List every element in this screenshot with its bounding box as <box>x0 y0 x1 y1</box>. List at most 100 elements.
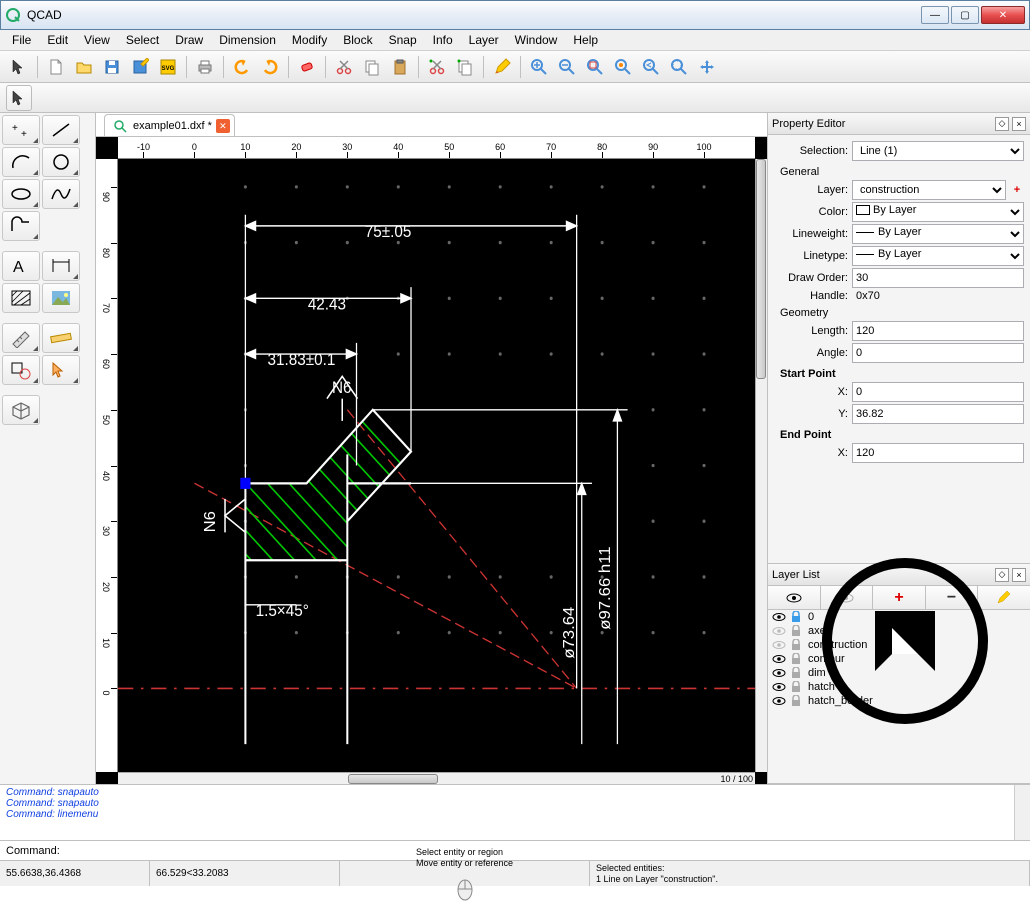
line-tool[interactable] <box>42 115 80 145</box>
menu-block[interactable]: Block <box>335 31 380 49</box>
menu-layer[interactable]: Layer <box>461 31 507 49</box>
lineweight-dropdown[interactable] <box>852 224 1024 244</box>
block-tool[interactable] <box>2 355 40 385</box>
startpoint-y[interactable] <box>852 404 1024 424</box>
menu-snap[interactable]: Snap <box>381 31 425 49</box>
layer-panel-close-icon[interactable]: × <box>1012 568 1026 582</box>
layer-item[interactable]: axes <box>768 624 1030 638</box>
endpoint-x[interactable] <box>852 443 1024 463</box>
zoom-previous-icon[interactable] <box>638 54 664 80</box>
ruler-tool[interactable] <box>42 323 80 353</box>
menu-info[interactable]: Info <box>425 31 461 49</box>
status-rel-coords: 66.529<33.2083 <box>150 861 340 886</box>
zoom-out-icon[interactable] <box>554 54 580 80</box>
menu-modify[interactable]: Modify <box>284 31 335 49</box>
tab-doc-icon <box>113 119 127 133</box>
redo-icon[interactable] <box>257 54 283 80</box>
layer-hide-all-icon[interactable] <box>821 586 874 609</box>
startpoint-x[interactable] <box>852 382 1024 402</box>
circle-tool[interactable] <box>42 147 80 177</box>
menu-view[interactable]: View <box>76 31 118 49</box>
color-dropdown[interactable] <box>852 202 1024 222</box>
zoom-in-icon[interactable] <box>526 54 552 80</box>
layer-item[interactable]: hatch <box>768 680 1030 694</box>
menu-edit[interactable]: Edit <box>39 31 76 49</box>
save-as-icon[interactable] <box>127 54 153 80</box>
new-file-icon[interactable] <box>43 54 69 80</box>
open-file-icon[interactable] <box>71 54 97 80</box>
layer-dropdown[interactable]: construction <box>852 180 1006 200</box>
close-button[interactable]: ✕ <box>981 6 1025 24</box>
menu-window[interactable]: Window <box>507 31 566 49</box>
svg-text:N6: N6 <box>332 379 352 397</box>
command-history: Command: snapauto Command: snapauto Comm… <box>0 784 1030 840</box>
maximize-button[interactable]: ▢ <box>951 6 979 24</box>
image-tool[interactable] <box>42 283 80 313</box>
layer-add-icon[interactable]: + <box>873 586 926 609</box>
measure-tool[interactable] <box>2 323 40 353</box>
ellipse-tool[interactable] <box>2 179 40 209</box>
menu-dimension[interactable]: Dimension <box>211 31 284 49</box>
layer-item[interactable]: dim <box>768 666 1030 680</box>
text-tool[interactable]: A <box>2 251 40 281</box>
pointer-tool-2[interactable] <box>6 85 32 111</box>
add-layer-icon[interactable]: + <box>1010 184 1024 196</box>
command-input[interactable] <box>64 845 1024 857</box>
drawing-area: example01.dxf * ✕ -100102030405060708090… <box>96 113 767 784</box>
copy-ref-icon[interactable] <box>452 54 478 80</box>
pan-icon[interactable] <box>694 54 720 80</box>
select-tool[interactable] <box>42 355 80 385</box>
save-icon[interactable] <box>99 54 125 80</box>
right-sidebar: Property Editor ◇ × Selection: Line (1) … <box>767 113 1030 784</box>
layer-panel-undock-icon[interactable]: ◇ <box>995 568 1009 582</box>
erase-icon[interactable] <box>294 54 320 80</box>
selection-dropdown[interactable]: Line (1) <box>852 141 1024 161</box>
panel-undock-icon[interactable]: ◇ <box>995 117 1009 131</box>
minimize-button[interactable]: — <box>921 6 949 24</box>
point-tool[interactable]: ++ <box>2 115 40 145</box>
export-svg-icon[interactable]: SVG <box>155 54 181 80</box>
menu-help[interactable]: Help <box>565 31 606 49</box>
paste-icon[interactable] <box>387 54 413 80</box>
layer-remove-icon[interactable]: − <box>926 586 979 609</box>
3d-tool[interactable] <box>2 395 40 425</box>
menu-draw[interactable]: Draw <box>167 31 211 49</box>
panel-close-icon[interactable]: × <box>1012 117 1026 131</box>
document-tab[interactable]: example01.dxf * ✕ <box>104 114 235 136</box>
linetype-dropdown[interactable] <box>852 246 1024 266</box>
cut-icon[interactable] <box>331 54 357 80</box>
command-line: Command: <box>0 840 1030 860</box>
canvas[interactable]: 75±.05 42.43 31.83±0.1 ø73.64 ø97.66 h11… <box>118 159 755 772</box>
scrollbar-horizontal[interactable]: 10 / 100 <box>118 772 755 784</box>
ruler-horizontal: -100102030405060708090100 <box>118 137 755 159</box>
print-icon[interactable] <box>192 54 218 80</box>
layer-item[interactable]: contour <box>768 652 1030 666</box>
menu-file[interactable]: File <box>4 31 39 49</box>
layer-edit-icon[interactable] <box>978 586 1030 609</box>
zoom-extents-icon[interactable] <box>582 54 608 80</box>
layer-item[interactable]: 0 <box>768 610 1030 624</box>
hatch-tool[interactable] <box>2 283 40 313</box>
layer-list[interactable]: 0axesconstructioncontourdimhatchhatch_bo… <box>768 610 1030 783</box>
layer-show-all-icon[interactable] <box>768 586 821 609</box>
svg-text:+: + <box>12 123 18 134</box>
zoom-selection-icon[interactable] <box>610 54 636 80</box>
menu-select[interactable]: Select <box>118 31 167 49</box>
pointer-tool[interactable] <box>6 54 32 80</box>
scrollbar-vertical[interactable] <box>755 159 767 772</box>
length-field[interactable] <box>852 321 1024 341</box>
spline-tool[interactable] <box>42 179 80 209</box>
layer-item[interactable]: construction <box>768 638 1030 652</box>
pencil-icon[interactable] <box>489 54 515 80</box>
angle-field[interactable] <box>852 343 1024 363</box>
polyline-tool[interactable] <box>2 211 40 241</box>
arc-tool[interactable] <box>2 147 40 177</box>
cut-ref-icon[interactable] <box>424 54 450 80</box>
undo-icon[interactable] <box>229 54 255 80</box>
draw-order-field[interactable] <box>852 268 1024 288</box>
copy-icon[interactable] <box>359 54 385 80</box>
dimension-tool[interactable] <box>42 251 80 281</box>
zoom-window-icon[interactable] <box>666 54 692 80</box>
tab-close-icon[interactable]: ✕ <box>216 119 230 133</box>
layer-item[interactable]: hatch_border <box>768 694 1030 708</box>
